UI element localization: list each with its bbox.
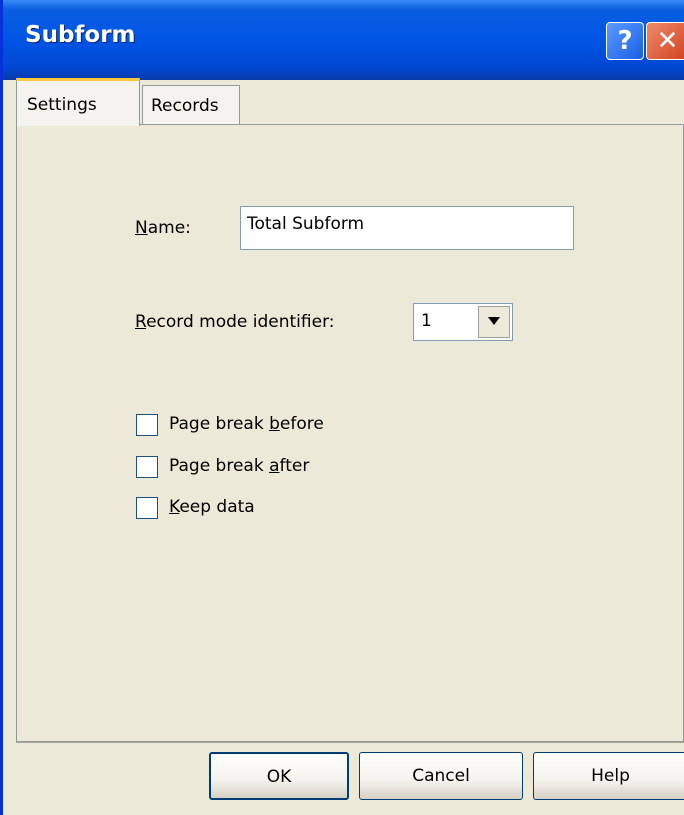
record-mode-label: Record mode identifier: xyxy=(135,312,335,332)
tab-settings-label: Settings xyxy=(27,95,97,115)
chevron-down-icon[interactable] xyxy=(478,306,510,338)
help-button[interactable]: Help xyxy=(533,752,684,800)
tab-records[interactable]: Records xyxy=(142,85,240,124)
name-label: Name: xyxy=(135,218,191,238)
name-input[interactable]: Total Subform xyxy=(240,206,574,250)
button-row-divider xyxy=(16,742,684,743)
question-mark-icon: ? xyxy=(617,26,633,56)
cancel-button[interactable]: Cancel xyxy=(359,752,523,800)
page-break-after-checkbox[interactable] xyxy=(136,456,158,478)
close-icon: ✕ xyxy=(656,26,679,56)
ok-button[interactable]: OK xyxy=(209,752,349,800)
page-break-before-label: Page break before xyxy=(169,414,324,434)
tab-settings[interactable]: Settings xyxy=(16,78,140,126)
record-mode-value: 1 xyxy=(421,311,432,331)
close-button[interactable]: ✕ xyxy=(646,22,684,60)
title-bar[interactable]: Subform ? ✕ xyxy=(3,0,684,80)
keep-data-checkbox[interactable] xyxy=(136,497,158,519)
window-title: Subform xyxy=(25,22,136,48)
name-input-value: Total Subform xyxy=(247,214,365,234)
tab-records-label: Records xyxy=(151,96,219,116)
help-title-button[interactable]: ? xyxy=(606,22,644,60)
keep-data-label: Keep data xyxy=(169,497,255,517)
subform-dialog: Subform ? ✕ Settings Records Name: Total… xyxy=(0,0,684,815)
page-break-after-label: Page break after xyxy=(169,456,310,476)
page-break-before-checkbox[interactable] xyxy=(136,414,158,436)
record-mode-select[interactable]: 1 xyxy=(413,303,513,341)
